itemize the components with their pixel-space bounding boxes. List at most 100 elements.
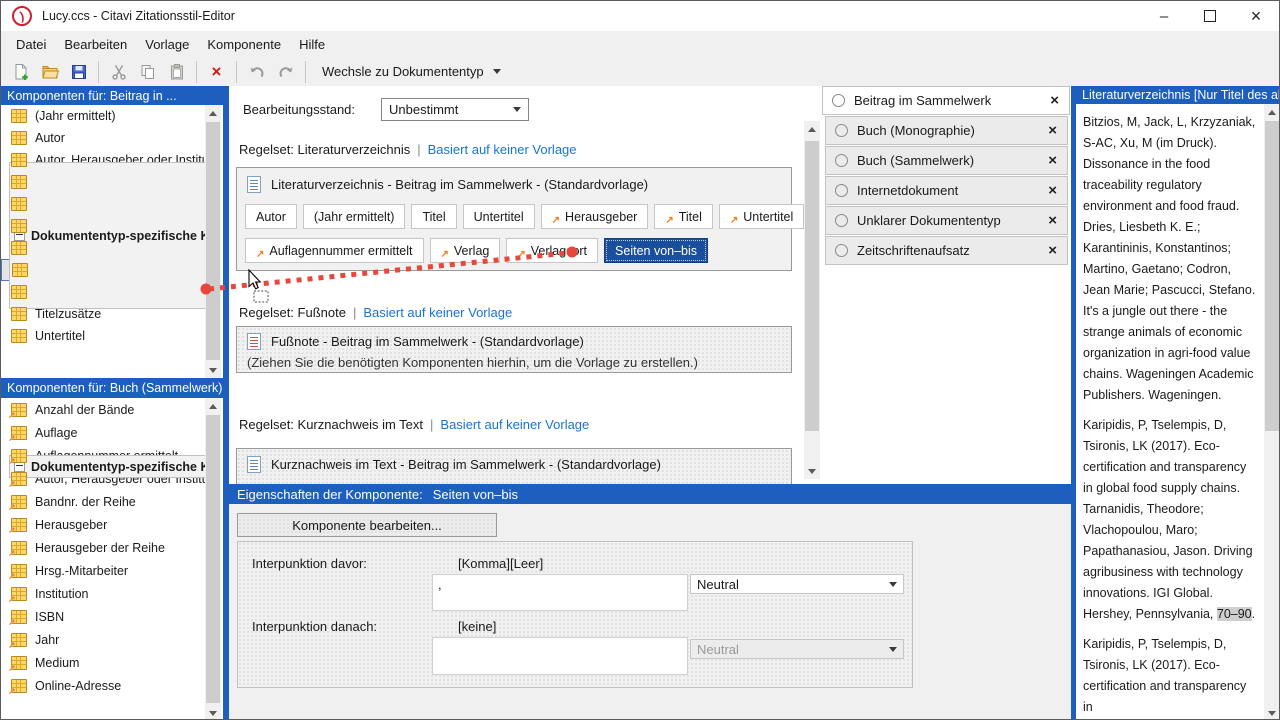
switch-document-type-button[interactable]: Wechsle zu Dokumententyp bbox=[312, 61, 511, 82]
scroll-up-icon[interactable] bbox=[804, 121, 820, 137]
chip-verlag[interactable]: ↗Verlag bbox=[430, 238, 501, 263]
tree-item[interactable]: Medium bbox=[1, 651, 223, 674]
paste-button[interactable] bbox=[163, 60, 190, 84]
bibliography-preview-panel: Literaturverzeichnis [Nur Titel des ak B… bbox=[1076, 86, 1280, 720]
punctuation-after-style-dropdown[interactable]: Neutral bbox=[690, 639, 904, 659]
punctuation-after-label: Interpunktion danach: bbox=[252, 619, 377, 634]
dropdown-value: Neutral bbox=[697, 577, 739, 592]
scroll-up-icon[interactable] bbox=[205, 105, 221, 121]
chip-autor[interactable]: Autor bbox=[245, 204, 297, 229]
menu-komponente[interactable]: Komponente bbox=[198, 33, 290, 56]
punctuation-before-input[interactable]: , bbox=[432, 574, 688, 611]
tree-item[interactable]: Jahr bbox=[1, 628, 223, 651]
based-on-template-link[interactable]: Basiert auf keiner Vorlage bbox=[428, 142, 577, 157]
tab-buch-sammelwerk[interactable]: Buch (Sammelwerk) × bbox=[825, 146, 1068, 175]
chip-titel-2[interactable]: ↗Titel bbox=[654, 204, 713, 229]
menu-hilfe[interactable]: Hilfe bbox=[290, 33, 334, 56]
chip-untertitel-2[interactable]: ↗Untertitel bbox=[719, 204, 804, 229]
close-tab-icon[interactable]: × bbox=[1048, 183, 1057, 198]
tab-buch-monographie[interactable]: Buch (Monographie) × bbox=[825, 116, 1068, 145]
scroll-down-icon[interactable] bbox=[205, 362, 221, 378]
close-icon: × bbox=[1251, 6, 1262, 27]
minimize-button[interactable]: – bbox=[1141, 1, 1187, 31]
new-button[interactable] bbox=[7, 60, 34, 84]
copy-button[interactable] bbox=[134, 60, 161, 84]
chip-titel[interactable]: Titel bbox=[411, 204, 456, 229]
chip-herausgeber[interactable]: ↗Herausgeber bbox=[541, 204, 649, 229]
chip-seiten-von-bis-selected[interactable]: Seiten von–bis bbox=[604, 238, 708, 263]
tree-item[interactable]: Auflage bbox=[1, 421, 223, 444]
close-tab-icon[interactable]: × bbox=[1048, 153, 1057, 168]
delete-button[interactable]: × bbox=[203, 60, 230, 84]
menu-datei[interactable]: Datei bbox=[7, 33, 55, 56]
highlighted-pages: 70–90 bbox=[1217, 607, 1252, 621]
tree-item[interactable]: Hrsg.-Mitarbeiter bbox=[1, 559, 223, 582]
open-button[interactable] bbox=[36, 60, 63, 84]
close-button[interactable]: × bbox=[1233, 1, 1279, 31]
preview-scrollbar[interactable] bbox=[1264, 104, 1280, 720]
tree-item[interactable]: Herausgeber der Reihe bbox=[1, 536, 223, 559]
sidebar-bottom-scrollbar[interactable] bbox=[205, 398, 221, 720]
tree-item[interactable]: Online-Adresse bbox=[1, 674, 223, 697]
undo-button[interactable] bbox=[243, 60, 270, 84]
scroll-down-icon[interactable] bbox=[804, 463, 820, 479]
tree-item[interactable]: Bandnr. der Reihe bbox=[1, 490, 223, 513]
tab-beitrag-im-sammelwerk[interactable]: Beitrag im Sammelwerk × bbox=[822, 86, 1070, 115]
chip-verlagsort[interactable]: ↗Verlagsort bbox=[506, 238, 598, 263]
close-tab-icon[interactable]: × bbox=[1048, 243, 1057, 258]
intext-template-panel[interactable]: Kurznachweis im Text - Beitrag im Sammel… bbox=[236, 448, 792, 484]
citavi-logo-icon bbox=[12, 6, 32, 26]
edit-component-button[interactable]: Komponente bearbeiten... bbox=[237, 513, 497, 537]
tree-item[interactable]: Institution bbox=[1, 582, 223, 605]
component-icon bbox=[11, 329, 27, 343]
tree-item-label: Online-Adresse bbox=[35, 679, 121, 693]
tree-item[interactable]: Autor bbox=[1, 127, 223, 149]
scroll-up-icon[interactable] bbox=[1264, 104, 1280, 120]
tree-group-header[interactable]: Dokumententyp-spezifische K... bbox=[9, 455, 212, 478]
save-button[interactable] bbox=[65, 60, 92, 84]
editor-scrollbar[interactable] bbox=[804, 121, 820, 479]
chip-untertitel[interactable]: Untertitel bbox=[463, 204, 535, 229]
redo-button[interactable] bbox=[272, 60, 299, 84]
bibliography-template-title: Literaturverzeichnis - Beitrag im Sammel… bbox=[271, 177, 648, 192]
maximize-button[interactable] bbox=[1187, 1, 1233, 31]
scrollbar-thumb[interactable] bbox=[206, 415, 220, 703]
tab-internetdokument[interactable]: Internetdokument × bbox=[825, 176, 1068, 205]
sidebar-top-scrollbar[interactable] bbox=[205, 105, 221, 378]
close-tab-icon[interactable]: × bbox=[1048, 123, 1057, 138]
scroll-down-icon[interactable] bbox=[205, 705, 221, 720]
punctuation-group: Interpunktion davor: [Komma][Leer] , Neu… bbox=[237, 541, 913, 688]
radio-icon bbox=[835, 124, 848, 137]
close-tab-icon[interactable]: × bbox=[1050, 93, 1059, 108]
chip-jahr-ermittelt[interactable]: (Jahr ermittelt) bbox=[303, 204, 406, 229]
tree-item[interactable]: ISBN bbox=[1, 605, 223, 628]
tree-group-header[interactable]: Dokumententyp-spezifische K... bbox=[9, 162, 212, 309]
chip-label: Auflagennummer ermittelt bbox=[269, 244, 412, 258]
punctuation-after-input[interactable] bbox=[432, 637, 688, 675]
shortcut-arrow-icon: ↗ bbox=[441, 249, 449, 260]
based-on-template-link[interactable]: Basiert auf keiner Vorlage bbox=[363, 305, 512, 320]
scrollbar-thumb[interactable] bbox=[1265, 121, 1279, 431]
tree-item[interactable]: (Jahr ermittelt) bbox=[1, 105, 223, 127]
cut-button[interactable] bbox=[105, 60, 132, 84]
scroll-down-icon[interactable] bbox=[1264, 705, 1280, 720]
tree-item[interactable]: Anzahl der Bände bbox=[1, 398, 223, 421]
tab-label: Zeitschriftenaufsatz bbox=[857, 243, 970, 258]
scroll-up-icon[interactable] bbox=[205, 398, 221, 414]
tree-item[interactable]: Herausgeber bbox=[1, 513, 223, 536]
tree-item[interactable]: Untertitel bbox=[1, 325, 223, 347]
scrollbar-thumb[interactable] bbox=[206, 122, 220, 360]
footnote-template-panel[interactable]: Fußnote - Beitrag im Sammelwerk - (Stand… bbox=[236, 326, 792, 373]
menu-bearbeiten[interactable]: Bearbeiten bbox=[55, 33, 136, 56]
punctuation-before-style-dropdown[interactable]: Neutral bbox=[690, 574, 904, 594]
tab-zeitschriftenaufsatz[interactable]: Zeitschriftenaufsatz × bbox=[825, 236, 1068, 265]
scrollbar-thumb[interactable] bbox=[805, 141, 819, 431]
component-properties-panel: Eigenschaften der Komponente: Seiten von… bbox=[229, 484, 1071, 720]
status-dropdown[interactable]: Unbestimmt bbox=[381, 98, 529, 121]
close-tab-icon[interactable]: × bbox=[1048, 213, 1057, 228]
bibliography-template-panel[interactable]: Literaturverzeichnis - Beitrag im Sammel… bbox=[236, 167, 792, 271]
based-on-template-link[interactable]: Basiert auf keiner Vorlage bbox=[440, 417, 589, 432]
tab-unklarer-dokumententyp[interactable]: Unklarer Dokumententyp × bbox=[825, 206, 1068, 235]
menu-vorlage[interactable]: Vorlage bbox=[136, 33, 198, 56]
chip-auflagennummer[interactable]: ↗Auflagennummer ermittelt bbox=[245, 238, 424, 263]
